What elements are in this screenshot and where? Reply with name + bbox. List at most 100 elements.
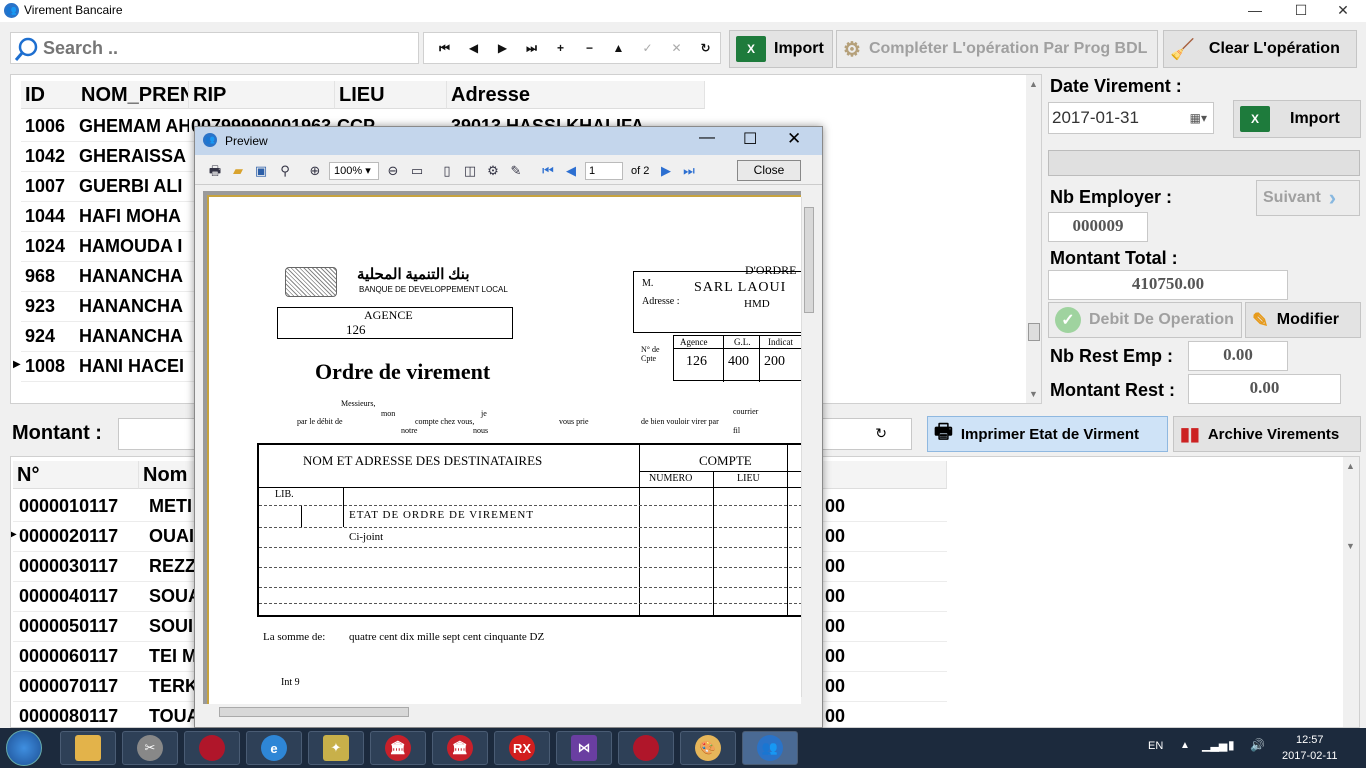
multi-page-icon[interactable]: ◫ — [462, 163, 478, 179]
cell-n[interactable]: 0000070117 — [19, 671, 139, 701]
cell-name[interactable]: HANANCHA — [79, 321, 189, 351]
cell-id[interactable]: 1024 — [25, 231, 77, 261]
cell-id[interactable]: 1042 — [25, 141, 77, 171]
taskbar-bank2[interactable]: 🏛 — [432, 731, 488, 765]
cell-n[interactable]: 0000010117 — [19, 491, 139, 521]
taskbar-virement-app[interactable]: 👥 — [742, 731, 798, 765]
clock-time[interactable]: 12:57 — [1296, 734, 1324, 746]
montant-rest-field[interactable]: 0.00 — [1188, 374, 1341, 404]
taskbar-ie[interactable]: e — [246, 731, 302, 765]
tray-arrow-icon[interactable]: ▲ — [1180, 740, 1190, 751]
preview-minimize-button[interactable]: — — [699, 129, 715, 147]
cell-id[interactable]: 1044 — [25, 201, 77, 231]
cell-n[interactable]: 0000050117 — [19, 611, 139, 641]
date-virement-field[interactable]: 2017-01-31 ▦▾ — [1048, 102, 1214, 134]
last-page-icon[interactable]: ⏭ — [681, 163, 697, 179]
calendar-dropdown-icon[interactable]: ▦▾ — [1190, 103, 1207, 133]
next-record-icon[interactable]: ▶ — [488, 41, 517, 55]
cell-name[interactable]: GHERAISSA — [79, 141, 189, 171]
volume-icon[interactable]: 🔊 — [1250, 738, 1265, 752]
prev-record-icon[interactable]: ◀ — [459, 41, 488, 55]
cell-amount[interactable]: 00 — [825, 611, 865, 641]
archive-button[interactable]: ▮▮ Archive Virements — [1173, 416, 1361, 452]
taskbar-explorer[interactable] — [60, 731, 116, 765]
search-input[interactable] — [43, 36, 413, 60]
col-header-name[interactable]: NOM_PRENOM — [77, 81, 189, 109]
prev-page-icon[interactable]: ◀ — [563, 163, 579, 179]
maximize-button[interactable]: ☐ — [1278, 0, 1324, 22]
cell-n[interactable]: 0000080117 — [19, 701, 139, 727]
page-setup-icon[interactable]: ⚙ — [485, 163, 501, 179]
col-header-lieu[interactable]: LIEU — [335, 81, 447, 109]
cell-name[interactable]: GUERBI ALI — [79, 171, 189, 201]
cancel-record-icon[interactable]: ✕ — [662, 41, 691, 55]
grid-scrollbar[interactable]: ▲ ▼ — [1026, 75, 1041, 403]
import-date-button[interactable]: X Import — [1233, 100, 1361, 138]
cell-name[interactable]: HAFI MOHA — [79, 201, 189, 231]
cell-name[interactable]: HANI HACEI — [79, 351, 189, 381]
col-header-rip[interactable]: RIP — [189, 81, 335, 109]
refresh-record-icon[interactable]: ↻ — [691, 41, 720, 55]
cell-id[interactable]: 923 — [25, 291, 77, 321]
zoom-out-icon[interactable]: ⊖ — [385, 163, 401, 179]
find-icon[interactable]: ⚲ — [277, 163, 293, 179]
single-page-icon[interactable]: ▯ — [439, 163, 455, 179]
cell-amount[interactable]: 00 — [825, 641, 865, 671]
cell-n[interactable]: 0000030117 — [19, 551, 139, 581]
open-folder-icon[interactable]: ▰ — [230, 163, 246, 179]
col-header-adresse[interactable]: Adresse — [447, 81, 705, 109]
cell-amount[interactable]: 00 — [825, 581, 865, 611]
network-icon[interactable]: ▁▃▅ — [1202, 739, 1227, 752]
close-button[interactable]: ✕ — [1320, 0, 1366, 22]
cell-n[interactable]: 0000060117 — [19, 641, 139, 671]
language-indicator[interactable]: EN — [1148, 740, 1163, 752]
taskbar-paint[interactable]: 🎨 — [680, 731, 736, 765]
col-header-n[interactable]: N° — [13, 461, 139, 489]
cell-amount[interactable]: 00 — [825, 701, 865, 727]
cell-amount[interactable]: 00 — [825, 671, 865, 701]
taskbar-app-red1[interactable] — [184, 731, 240, 765]
modifier-button[interactable]: ✎ Modifier — [1245, 302, 1361, 338]
import-button[interactable]: X Import — [729, 30, 833, 68]
nb-employer-field[interactable]: 000009 — [1048, 212, 1148, 242]
cell-name[interactable]: HAMOUDA I — [79, 231, 189, 261]
taskbar-bank1[interactable]: 🏛 — [370, 731, 426, 765]
preview-close-x[interactable]: ✕ — [787, 129, 801, 149]
suivant-button[interactable]: Suivant › — [1256, 180, 1360, 216]
zoom-in-icon[interactable]: ⊕ — [307, 163, 323, 179]
taskbar-tools[interactable]: ✦ — [308, 731, 364, 765]
fit-page-icon[interactable]: ▭ — [409, 163, 425, 179]
preview-maximize-button[interactable]: ☐ — [743, 129, 757, 149]
cell-id[interactable]: 924 — [25, 321, 77, 351]
delete-record-icon[interactable]: − — [575, 41, 604, 55]
grid2-scrollbar[interactable]: ▲ ▼ — [1343, 457, 1359, 727]
cell-id[interactable]: 968 — [25, 261, 77, 291]
minimize-button[interactable]: — — [1232, 0, 1278, 22]
cell-id[interactable]: 1008 — [25, 351, 77, 381]
last-record-icon[interactable]: ⏭ — [517, 41, 546, 56]
cell-amount[interactable]: 00 — [825, 491, 865, 521]
nb-rest-field[interactable]: 0.00 — [1188, 341, 1288, 371]
preview-hscroll[interactable] — [203, 705, 801, 719]
preview-close-button[interactable]: Close — [737, 160, 801, 181]
battery-icon[interactable]: ▮ — [1228, 738, 1235, 752]
page-number-input[interactable]: 1 — [585, 162, 623, 180]
cell-amount[interactable]: 00 — [825, 521, 865, 551]
edit-page-icon[interactable]: ✎ — [508, 163, 524, 179]
cell-id[interactable]: 1006 — [25, 111, 77, 141]
zoom-select[interactable]: 100% ▾ — [329, 162, 379, 180]
cell-id[interactable]: 1007 — [25, 171, 77, 201]
clear-operation-button[interactable]: 🧹 Clear L'opération — [1163, 30, 1357, 68]
next-page-icon[interactable]: ▶ — [658, 163, 674, 179]
cell-name[interactable]: HANANCHA — [79, 291, 189, 321]
taskbar-vs[interactable]: ⋈ — [556, 731, 612, 765]
edit-record-icon[interactable]: ▲ — [604, 41, 633, 55]
cell-n[interactable]: 0000020117 — [19, 521, 139, 551]
refresh-icon[interactable]: ↻ — [875, 425, 887, 442]
first-record-icon[interactable]: ⏮ — [430, 41, 459, 56]
debit-operation-button[interactable]: ✓ Debit De Operation — [1048, 302, 1242, 338]
taskbar-app-scissors[interactable]: ✂ — [122, 731, 178, 765]
first-page-icon[interactable]: ⏮ — [540, 163, 556, 179]
taskbar-app-red2[interactable] — [618, 731, 674, 765]
print-state-button[interactable]: 🖶 Imprimer Etat de Virment — [927, 416, 1168, 452]
